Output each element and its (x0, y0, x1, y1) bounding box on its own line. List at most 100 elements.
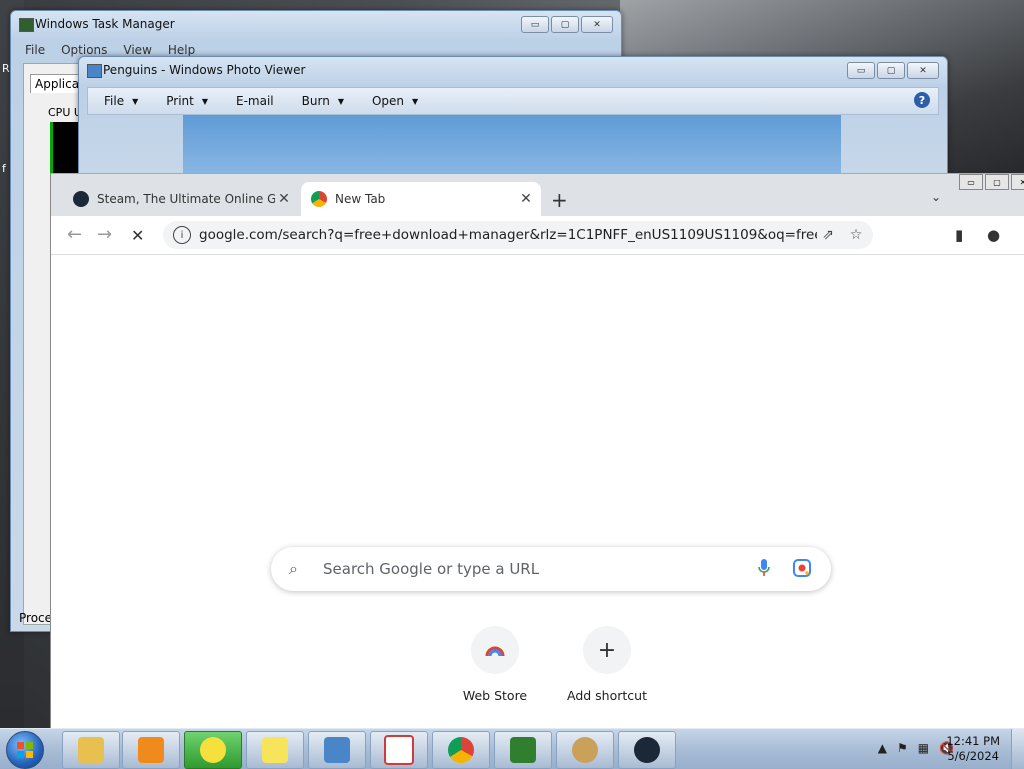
dropdown-arrow-icon: ▼ (132, 96, 139, 106)
clock-time: 12:41 PM (946, 734, 1000, 748)
close-button[interactable]: ✕ (1011, 174, 1024, 190)
shortcut-label: Add shortcut (567, 688, 647, 703)
stop-loading-icon[interactable]: ✕ (131, 226, 144, 245)
search-placeholder: Search Google or type a URL (323, 560, 540, 578)
tab-new-tab[interactable]: New Tab ✕ (301, 182, 541, 216)
microphone-icon[interactable] (757, 558, 777, 581)
processes-status: Proce (19, 611, 53, 625)
plus-icon: + (583, 626, 631, 674)
minimize-button[interactable]: ▭ (847, 62, 875, 79)
dropdown-arrow-icon: ▼ (201, 96, 209, 106)
search-icon: ⌕ (289, 559, 298, 578)
close-button[interactable]: ✕ (581, 16, 613, 33)
new-tab-button[interactable]: + (551, 188, 568, 212)
menu-help[interactable]: Help (168, 43, 195, 57)
tab-strip: Steam, The Ultimate Online Game ✕ New Ta… (51, 174, 1024, 216)
share-icon[interactable]: ⇗ (817, 227, 839, 243)
media-player-icon (138, 737, 164, 763)
menu-print[interactable]: Print ▼ (150, 94, 220, 108)
maximize-button[interactable]: ▢ (985, 174, 1009, 190)
back-arrow-icon[interactable]: ← (67, 224, 82, 245)
google-lens-icon[interactable] (793, 558, 813, 580)
menu-open-label: Open (371, 94, 405, 108)
clock[interactable]: 12:41 PM 5/6/2024 (946, 734, 1000, 764)
taskbar-media-player[interactable] (122, 731, 180, 769)
tab-title: Steam, The Ultimate Online Game (97, 192, 275, 206)
action-center-flag-icon[interactable]: ⚑ (897, 741, 908, 755)
window-controls: ▭ ▢ ✕ (959, 174, 1024, 190)
steam-icon (73, 191, 89, 207)
maximize-button[interactable]: ▢ (551, 16, 579, 33)
task-manager-icon (19, 18, 34, 32)
task-manager-title: Windows Task Manager (35, 17, 175, 31)
menu-view[interactable]: View (123, 43, 151, 57)
shortcut-web-store[interactable]: Web Store (439, 626, 551, 703)
dropdown-arrow-icon: ▼ (412, 96, 419, 106)
google-search-box[interactable]: ⌕ Search Google or type a URL (271, 547, 831, 591)
taskbar-task-manager[interactable] (494, 731, 552, 769)
menu-burn[interactable]: Burn ▼ (286, 94, 356, 108)
show-hidden-icons-icon[interactable]: ▲ (878, 741, 887, 755)
menu-file[interactable]: File (25, 43, 45, 57)
snipping-tool-icon (384, 735, 414, 765)
bookmark-star-icon[interactable]: ☆ (845, 227, 867, 243)
side-panel-icon[interactable]: ▮ (955, 226, 963, 244)
maximize-button[interactable]: ▢ (877, 62, 905, 79)
taskbar-green-app[interactable] (184, 731, 242, 769)
forward-arrow-icon[interactable]: → (97, 224, 112, 245)
taskbar-photo-viewer[interactable] (308, 731, 366, 769)
photo-viewer-icon (87, 64, 102, 78)
cpu-usage-label: CPU U (48, 106, 82, 119)
web-store-icon (471, 626, 519, 674)
minimize-button[interactable]: ▭ (959, 174, 983, 190)
site-info-icon[interactable]: i (173, 226, 191, 244)
taskbar: ▲ ⚑ ▦ 🔇 12:41 PM 5/6/2024 (0, 728, 1024, 769)
clock-date: 5/6/2024 (947, 749, 999, 763)
chrome-icon (311, 191, 327, 207)
photo-viewer-icon (324, 737, 350, 763)
tab-steam[interactable]: Steam, The Ultimate Online Game ✕ (63, 182, 299, 216)
close-tab-icon[interactable]: ✕ (275, 191, 293, 207)
close-tab-icon[interactable]: ✕ (517, 191, 535, 207)
menu-options[interactable]: Options (61, 43, 107, 57)
menu-open[interactable]: Open ▼ (356, 94, 430, 108)
windows-logo-icon (17, 742, 33, 758)
start-button[interactable] (6, 731, 44, 769)
steam-icon (634, 737, 660, 763)
chrome-icon (448, 737, 474, 763)
chrome-window[interactable]: Steam, The Ultimate Online Game ✕ New Ta… (50, 173, 1024, 729)
taskbar-steam[interactable] (618, 731, 676, 769)
system-tray: ▲ ⚑ ▦ 🔇 (878, 741, 954, 755)
shortcut-add[interactable]: + Add shortcut (551, 626, 663, 703)
url-text[interactable]: google.com/search?q=free+download+manage… (199, 227, 817, 243)
dropdown-arrow-icon: ▼ (337, 96, 344, 106)
menu-email[interactable]: E-mail (220, 94, 286, 108)
taskbar-explorer[interactable] (62, 731, 120, 769)
sticky-notes-icon (262, 737, 288, 763)
show-desktop-button[interactable] (1011, 729, 1024, 769)
menu-email-label: E-mail (236, 94, 274, 108)
task-manager-menubar: File Options View Help (25, 43, 195, 57)
menu-file-label: File (104, 94, 125, 108)
taskbar-sticky-notes[interactable] (246, 731, 304, 769)
edge-text-f: f (2, 162, 6, 175)
photo-viewer-toolbar: File ▼ Print ▼ E-mail Burn ▼ Open ▼ ? (87, 87, 939, 115)
network-icon[interactable]: ▦ (918, 741, 929, 755)
task-manager-icon (510, 737, 536, 763)
photo-viewer-title: Penguins - Windows Photo Viewer (103, 63, 306, 77)
help-icon[interactable]: ? (914, 92, 930, 108)
browser-toolbar: ← → ✕ i google.com/search?q=free+downloa… (51, 216, 1024, 255)
minimize-button[interactable]: ▭ (521, 16, 549, 33)
profile-avatar-icon[interactable]: ● (987, 226, 1000, 244)
tab-search-chevron-icon[interactable]: ⌄ (931, 190, 941, 204)
menu-file[interactable]: File ▼ (88, 94, 150, 108)
menu-burn-label: Burn (301, 94, 330, 108)
shortcut-label: Web Store (462, 688, 528, 703)
address-bar[interactable]: i google.com/search?q=free+download+mana… (163, 221, 873, 249)
taskbar-compass-app[interactable] (556, 731, 614, 769)
compass-icon (572, 737, 598, 763)
close-button[interactable]: ✕ (907, 62, 939, 79)
taskbar-chrome[interactable] (432, 731, 490, 769)
taskbar-snipping-tool[interactable] (370, 731, 428, 769)
explorer-icon (78, 737, 104, 763)
